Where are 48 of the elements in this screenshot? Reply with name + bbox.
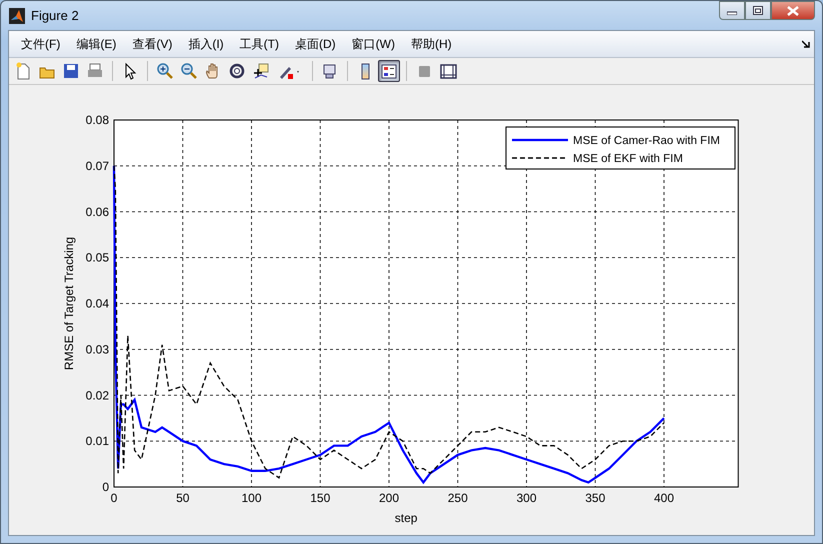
legend-icon: [380, 62, 398, 80]
menu-item[interactable]: 工具(T): [232, 36, 287, 52]
printer-icon: [86, 62, 104, 80]
close-icon: [787, 6, 799, 16]
tick-label: 0.08: [86, 113, 109, 127]
menu-item[interactable]: 插入(I): [180, 36, 232, 52]
tick-label: 0.03: [86, 342, 109, 356]
tick-label: 400: [654, 491, 674, 505]
legend-swatch: [512, 138, 568, 142]
menu-item[interactable]: 窗口(W): [344, 36, 403, 52]
tick-label: 0: [110, 491, 118, 505]
menu-item[interactable]: 帮助(H): [402, 36, 460, 52]
x-axis-label: step: [394, 511, 418, 525]
menu-item[interactable]: 编辑(E): [68, 36, 124, 52]
tick-label: 0.07: [86, 158, 109, 173]
new-file-icon: [14, 62, 32, 80]
minimize-button[interactable]: [719, 1, 745, 20]
dock-arrow-icon[interactable]: [802, 40, 810, 48]
tick-label: 0: [102, 480, 109, 494]
menu-item[interactable]: 文件(F): [13, 36, 68, 52]
tick-label: 100: [241, 491, 262, 505]
panel-layout-icon: [439, 62, 457, 80]
close-button[interactable]: [771, 1, 815, 20]
zoom-out-icon: [180, 62, 198, 80]
legend-label: MSE of Camer-Rao with FIM: [573, 135, 720, 147]
tick-label: 50: [176, 491, 190, 505]
tick-label: 0.04: [86, 296, 109, 310]
legend-label: MSE of EKF with FIM: [573, 153, 683, 165]
tick-label: 200: [378, 491, 400, 505]
menu-item[interactable]: 查看(V): [124, 36, 180, 52]
tick-label: 350: [585, 491, 606, 505]
tick-label: 250: [448, 491, 468, 505]
maximize-button[interactable]: [745, 1, 771, 20]
legend-button[interactable]: [378, 60, 400, 82]
data-cursor-icon: [252, 62, 270, 80]
tick-label: 0.01: [86, 434, 109, 448]
tick-label: 0.02: [86, 388, 109, 402]
rotate-icon: [228, 62, 246, 80]
zoom-in-icon: [156, 62, 174, 80]
window-title: Figure 2: [31, 8, 79, 23]
maximize-icon: [753, 6, 763, 15]
tick-label: 0.06: [86, 204, 109, 219]
tick-label: 300: [516, 491, 537, 505]
app-logo-icon: [9, 8, 25, 24]
menu-item[interactable]: 桌面(D): [286, 36, 344, 52]
y-axis-label: RMSE of Target Tracking: [62, 236, 76, 370]
tick-label: 150: [310, 491, 330, 505]
tick-label: 0.05: [86, 250, 109, 265]
